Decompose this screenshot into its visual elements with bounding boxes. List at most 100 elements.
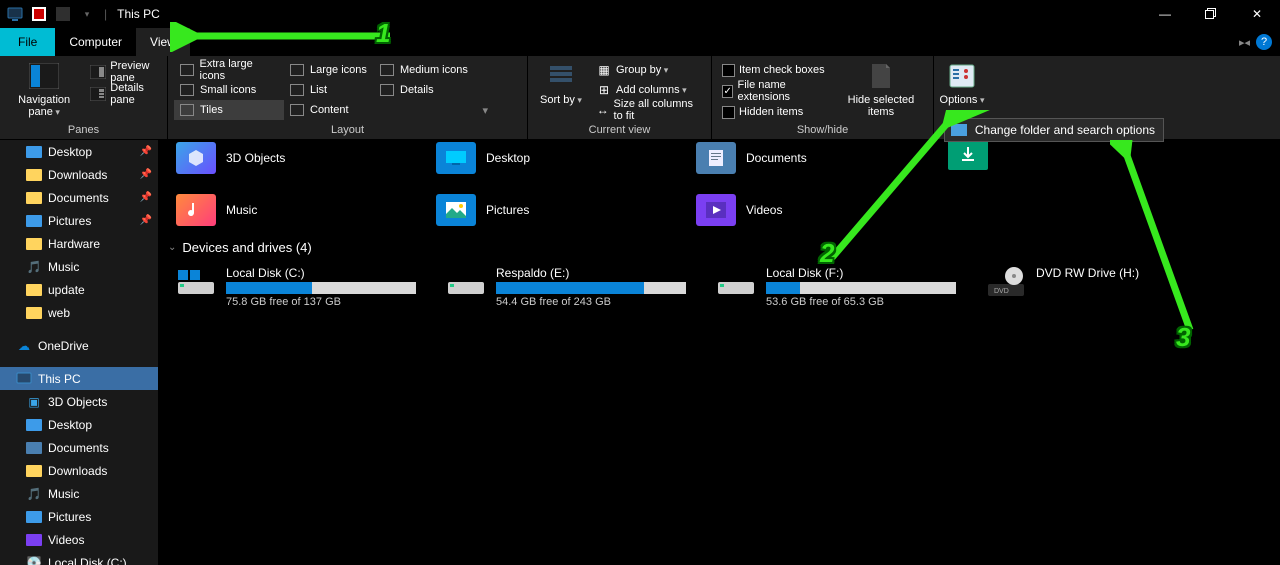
sidebar-item-downloads[interactable]: Downloads📌 <box>0 163 158 186</box>
folder-icon <box>26 305 42 321</box>
tab-view[interactable]: View <box>136 28 190 56</box>
disk-icon <box>176 266 216 298</box>
layout-details[interactable]: Details <box>374 80 494 100</box>
sort-by-button[interactable]: Sort by <box>534 58 588 108</box>
sidebar-item-hardware[interactable]: Hardware <box>0 232 158 255</box>
layout-list[interactable]: List <box>284 80 374 100</box>
tab-file[interactable]: File <box>0 28 55 56</box>
navigation-sidebar[interactable]: Desktop📌 Downloads📌 Documents📌 Pictures📌… <box>0 140 158 565</box>
file-name-extensions-toggle[interactable]: File name extensions <box>718 81 831 101</box>
sidebar-pc-pictures[interactable]: Pictures <box>0 505 158 528</box>
layout-extra-large[interactable]: Extra large icons <box>174 60 284 80</box>
navigation-pane-label: Navigation pane <box>10 94 78 118</box>
pictures-folder-icon <box>436 194 476 226</box>
group-by-icon: ▦ <box>596 62 612 78</box>
group-by-button[interactable]: ▦Group by <box>592 60 705 80</box>
ribbon-collapse-icon[interactable]: ▸◂ <box>1239 36 1250 49</box>
sidebar-item-update[interactable]: update <box>0 278 158 301</box>
tab-computer[interactable]: Computer <box>55 28 136 56</box>
folder-icon <box>26 236 42 252</box>
window-title: This PC <box>117 7 160 21</box>
disk-icon <box>716 266 756 298</box>
folder-unknown-download[interactable] <box>948 140 988 170</box>
drive-respaldo-e[interactable]: Respaldo (E:) 54.4 GB free of 243 GB <box>446 266 686 308</box>
music-icon: 🎵 <box>26 486 42 502</box>
drive-local-f[interactable]: Local Disk (F:) 53.6 GB free of 65.3 GB <box>716 266 956 308</box>
sidebar-pc-3dobjects[interactable]: ▣3D Objects <box>0 390 158 413</box>
qat-save-icon[interactable] <box>28 3 50 25</box>
qat-dropdown-icon[interactable]: ▾ <box>76 3 98 25</box>
devices-section-header[interactable]: ⌄ Devices and drives (4) <box>168 240 312 255</box>
layout-tiles[interactable]: Tiles <box>174 100 284 120</box>
sidebar-item-this-pc[interactable]: This PC <box>0 367 158 390</box>
folder-documents[interactable]: Documents <box>696 140 926 178</box>
sidebar-item-documents[interactable]: Documents📌 <box>0 186 158 209</box>
desktop-icon <box>26 417 42 433</box>
layout-group-label: Layout <box>174 122 521 139</box>
app-icon <box>4 3 26 25</box>
sidebar-item-desktop[interactable]: Desktop📌 <box>0 140 158 163</box>
desktop-folder-icon <box>436 142 476 174</box>
sidebar-pc-localdisk-c[interactable]: 💽Local Disk (C:) <box>0 551 158 565</box>
chevron-down-icon: ⌄ <box>168 242 176 253</box>
options-button[interactable]: Options <box>935 58 989 108</box>
item-check-boxes-toggle[interactable]: Item check boxes <box>718 60 831 80</box>
videos-icon <box>26 532 42 548</box>
folder-music[interactable]: Music <box>176 190 406 230</box>
details-pane-button[interactable]: Details pane <box>86 84 161 104</box>
sidebar-item-web[interactable]: web <box>0 301 158 324</box>
folder-icon <box>26 190 42 206</box>
layout-content[interactable]: Content <box>284 100 374 120</box>
pin-icon: 📌 <box>140 192 152 203</box>
hide-selected-button[interactable]: Hide selected items <box>835 58 927 120</box>
qat-properties-icon[interactable] <box>52 3 74 25</box>
folder-3d-objects[interactable]: 3D Objects <box>176 140 406 178</box>
layout-large[interactable]: Large icons <box>284 60 374 80</box>
close-button[interactable]: ✕ <box>1234 0 1280 28</box>
layout-medium[interactable]: Medium icons <box>374 60 494 80</box>
videos-folder-icon <box>696 194 736 226</box>
hidden-items-toggle[interactable]: Hidden items <box>718 102 831 122</box>
3d-objects-icon <box>176 142 216 174</box>
drive-dvd-h[interactable]: DVD DVD RW Drive (H:) <box>986 266 1206 308</box>
music-icon: 🎵 <box>26 259 42 275</box>
sidebar-item-music[interactable]: 🎵Music <box>0 255 158 278</box>
maximize-button[interactable] <box>1188 0 1234 28</box>
size-columns-icon: ↔ <box>596 102 610 118</box>
3d-icon: ▣ <box>26 394 42 410</box>
size-columns-button[interactable]: ↔Size all columns to fit <box>592 100 705 120</box>
dvd-icon: DVD <box>986 266 1026 298</box>
folder-icon <box>26 167 42 183</box>
pictures-icon <box>26 509 42 525</box>
folder-desktop[interactable]: Desktop <box>436 140 666 178</box>
title-separator: | <box>104 7 107 21</box>
options-dropdown-item[interactable]: Change folder and search options <box>944 118 1164 142</box>
preview-pane-button[interactable]: Preview pane <box>86 62 161 82</box>
desktop-icon <box>26 144 42 160</box>
sidebar-pc-music[interactable]: 🎵Music <box>0 482 158 505</box>
pc-icon <box>16 371 32 387</box>
folder-videos[interactable]: Videos <box>696 190 926 230</box>
disk-icon <box>446 266 486 298</box>
drive-usage-bar <box>226 282 416 294</box>
checkbox-icon <box>722 106 735 119</box>
sidebar-pc-desktop[interactable]: Desktop <box>0 413 158 436</box>
sidebar-pc-videos[interactable]: Videos <box>0 528 158 551</box>
sidebar-item-onedrive[interactable]: ☁OneDrive <box>0 334 158 357</box>
navigation-pane-button[interactable]: Navigation pane <box>6 58 82 120</box>
layout-small[interactable]: Small icons <box>174 80 284 100</box>
sidebar-pc-documents[interactable]: Documents <box>0 436 158 459</box>
add-columns-button[interactable]: ⊞Add columns <box>592 80 705 100</box>
content-area[interactable]: 3D Objects Desktop Documents Music Pictu… <box>158 140 1280 565</box>
drive-usage-bar <box>766 282 956 294</box>
disk-icon: 💽 <box>26 555 42 565</box>
navigation-pane-icon <box>28 60 60 92</box>
help-button[interactable]: ? <box>1256 34 1272 50</box>
pictures-icon <box>26 213 42 229</box>
sidebar-pc-downloads[interactable]: Downloads <box>0 459 158 482</box>
sidebar-item-pictures[interactable]: Pictures📌 <box>0 209 158 232</box>
folder-pictures[interactable]: Pictures <box>436 190 666 230</box>
drive-local-c[interactable]: Local Disk (C:) 75.8 GB free of 137 GB <box>176 266 416 308</box>
minimize-button[interactable]: — <box>1142 0 1188 28</box>
layout-more[interactable]: ▾ <box>374 100 494 120</box>
